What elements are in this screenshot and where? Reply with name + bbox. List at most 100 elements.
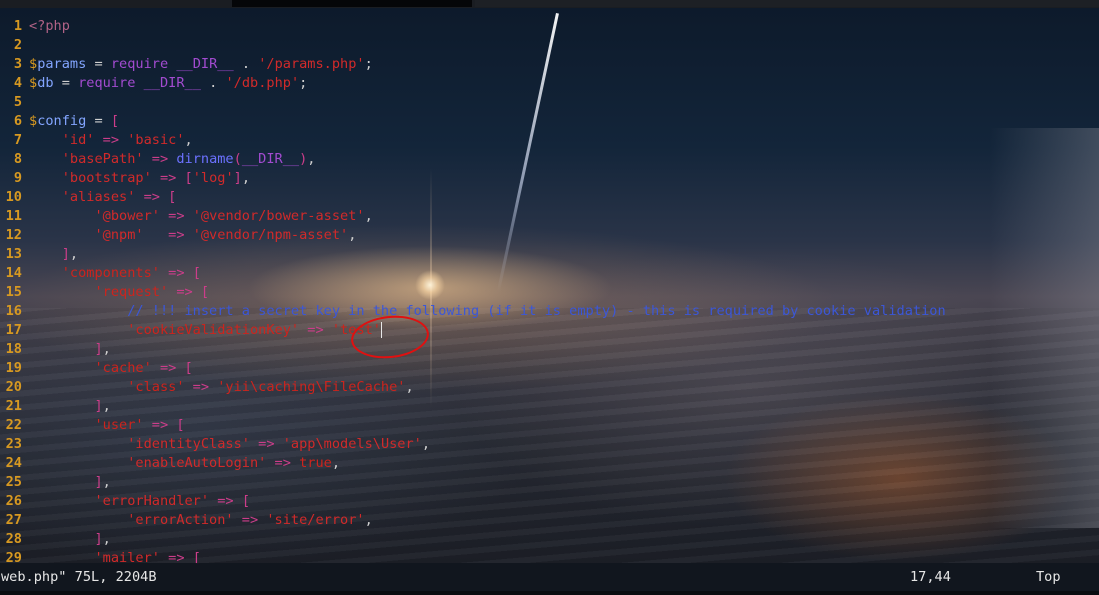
- code-token: ]: [29, 474, 103, 490]
- code-token: $: [29, 56, 38, 72]
- code-token: dirname: [176, 151, 234, 167]
- code-token: 'bootstrap': [29, 170, 152, 186]
- code-line[interactable]: 6 $config = [: [0, 112, 1099, 131]
- code-line[interactable]: 22 'user' => [: [0, 416, 1099, 435]
- code-token: 'basePath': [29, 151, 144, 167]
- code-token: (: [233, 151, 242, 167]
- code-token: __DIR__: [143, 75, 201, 91]
- code-line[interactable]: 5: [0, 93, 1099, 112]
- code-token: =>: [249, 436, 283, 452]
- code-text: $db = require __DIR__ . '/db.php';: [29, 74, 307, 93]
- code-text: ],: [29, 397, 111, 416]
- code-line[interactable]: 12 '@npm' => '@vendor/npm-asset',: [0, 226, 1099, 245]
- code-token: =>: [233, 512, 267, 528]
- line-number: 16: [5, 303, 22, 319]
- code-token: [: [192, 265, 201, 281]
- code-line[interactable]: 25 ],: [0, 473, 1099, 492]
- code-token: .: [233, 56, 259, 72]
- code-token: ,: [102, 474, 111, 490]
- code-line[interactable]: 20 'class' => 'yii\caching\FileCache',: [0, 378, 1099, 397]
- code-token: 'log': [192, 170, 234, 186]
- code-token: ,: [241, 170, 250, 186]
- code-line[interactable]: 24 'enableAutoLogin' => true,: [0, 454, 1099, 473]
- code-line[interactable]: 23 'identityClass' => 'app\models\User',: [0, 435, 1099, 454]
- code-line[interactable]: 27 'errorAction' => 'site/error',: [0, 511, 1099, 530]
- code-line[interactable]: 13 ],: [0, 245, 1099, 264]
- code-text: 'identityClass' => 'app\models\User',: [29, 435, 430, 454]
- code-line[interactable]: 3 $params = require __DIR__ . '/params.ph…: [0, 55, 1099, 74]
- code-text: ],: [29, 340, 111, 359]
- line-number: 2: [13, 37, 22, 53]
- code-token: __DIR__: [176, 56, 234, 72]
- code-token: ]: [29, 398, 103, 414]
- code-token: =>: [184, 379, 218, 395]
- code-token: 'cookieValidationKey': [29, 322, 300, 338]
- code-line[interactable]: 18 ],: [0, 340, 1099, 359]
- code-line[interactable]: 14 'components' => [: [0, 264, 1099, 283]
- code-text: ],: [29, 530, 111, 549]
- code-text: 'user' => [: [29, 416, 185, 435]
- status-scroll-position: Top: [1036, 569, 1061, 585]
- code-token: =: [86, 56, 111, 72]
- code-text: <?php: [29, 17, 70, 36]
- line-number: 28: [5, 531, 22, 547]
- code-token: 'aliases': [29, 189, 136, 205]
- code-token: ,: [102, 398, 111, 414]
- code-line[interactable]: 2: [0, 36, 1099, 55]
- code-line[interactable]: 11 '@bower' => '@vendor/bower-asset',: [0, 207, 1099, 226]
- code-token: ,: [102, 531, 111, 547]
- code-text: 'bootstrap' => ['log'],: [29, 169, 250, 188]
- line-number: 7: [13, 132, 22, 148]
- code-token: db: [37, 75, 54, 91]
- code-line[interactable]: 10 'aliases' => [: [0, 188, 1099, 207]
- line-number: 4: [13, 75, 22, 91]
- code-token: 'basic': [127, 132, 185, 148]
- code-token: 'user': [29, 417, 144, 433]
- code-token: $: [29, 113, 38, 129]
- code-token: '@vendor/npm-asset': [192, 227, 349, 243]
- code-token: [: [184, 360, 193, 376]
- code-token: ,: [421, 436, 431, 452]
- window-tab-active[interactable]: [232, 0, 472, 7]
- vim-editor-buffer[interactable]: 1 <?php 2 3 $params = require __DIR__ . '/pa…: [0, 17, 1099, 568]
- code-line[interactable]: 16 // !!! insert a secret key in the fol…: [0, 302, 1099, 321]
- code-line[interactable]: 4 $db = require __DIR__ . '/db.php';: [0, 74, 1099, 93]
- code-text: 'cookieValidationKey' => 'test': [29, 321, 382, 340]
- code-line[interactable]: 21 ],: [0, 397, 1099, 416]
- code-line[interactable]: 1 <?php: [0, 17, 1099, 36]
- code-token: =>: [159, 265, 193, 281]
- code-token: 'errorHandler': [29, 493, 210, 509]
- code-text: 'id' => 'basic',: [29, 131, 193, 150]
- code-token: ,: [102, 341, 111, 357]
- code-token: 'class': [29, 379, 185, 395]
- line-number: 14: [5, 265, 22, 281]
- code-line[interactable]: 15 'request' => [: [0, 283, 1099, 302]
- line-number: 27: [5, 512, 22, 528]
- code-line[interactable]: 7 'id' => 'basic',: [0, 131, 1099, 150]
- code-token: 'yii\caching\FileCache': [217, 379, 406, 395]
- code-line[interactable]: 8 'basePath' => dirname(__DIR__),: [0, 150, 1099, 169]
- code-token: [: [176, 417, 185, 433]
- code-token: require: [110, 56, 169, 72]
- code-line[interactable]: 17 'cookieValidationKey' => 'test': [0, 321, 1099, 340]
- code-token: [: [241, 493, 250, 509]
- line-number: 13: [5, 246, 22, 262]
- line-number: 25: [5, 474, 22, 490]
- line-number: 12: [5, 227, 22, 243]
- code-token: $: [29, 75, 38, 91]
- code-token: ,: [184, 132, 193, 148]
- code-text: 'request' => [: [29, 283, 209, 302]
- code-token: ]: [29, 246, 70, 262]
- code-token: ]: [29, 531, 103, 547]
- code-line[interactable]: 19 'cache' => [: [0, 359, 1099, 378]
- code-token: ,: [348, 227, 357, 243]
- code-line[interactable]: 28 ],: [0, 530, 1099, 549]
- code-token: 'identityClass': [29, 436, 250, 452]
- code-token: 'id': [29, 132, 95, 148]
- code-token: [: [110, 113, 120, 129]
- code-line[interactable]: 9 'bootstrap' => ['log'],: [0, 169, 1099, 188]
- code-token: =: [53, 75, 79, 91]
- code-line[interactable]: 26 'errorHandler' => [: [0, 492, 1099, 511]
- code-token: =>: [299, 322, 332, 338]
